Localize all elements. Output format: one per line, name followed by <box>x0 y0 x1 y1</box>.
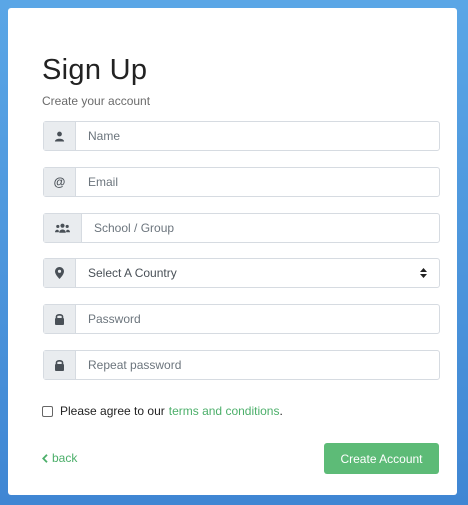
country-select-value: Select A Country <box>88 266 177 280</box>
repeat-password-input[interactable] <box>76 351 439 379</box>
lock-icon <box>44 305 76 333</box>
back-label: back <box>52 451 78 465</box>
lock-icon <box>44 351 76 379</box>
terms-link[interactable]: terms and conditions <box>169 404 280 418</box>
users-icon <box>44 214 82 242</box>
map-marker-icon <box>44 259 76 287</box>
repeat-password-field <box>43 350 440 380</box>
chevron-left-icon <box>42 453 48 463</box>
group-field <box>43 213 440 243</box>
email-field: @ <box>43 167 440 197</box>
name-field <box>43 121 440 151</box>
back-link[interactable]: back <box>42 451 77 465</box>
page-title: Sign Up <box>42 54 148 86</box>
terms-agreement: Please agree to our terms and conditions… <box>42 404 283 418</box>
terms-suffix: . <box>279 404 283 418</box>
signup-card: Sign Up Create your account @ Select A C… <box>8 8 457 495</box>
terms-checkbox[interactable] <box>42 405 53 417</box>
password-field <box>43 304 440 334</box>
country-select[interactable]: Select A Country <box>43 258 440 288</box>
page-subtitle: Create your account <box>42 94 151 108</box>
password-input[interactable] <box>76 305 439 333</box>
select-caret-icon <box>420 268 427 278</box>
email-input[interactable] <box>76 168 439 196</box>
at-icon: @ <box>44 168 76 196</box>
terms-text: Please agree to our <box>60 404 165 418</box>
user-icon <box>44 122 76 150</box>
name-input[interactable] <box>76 122 439 150</box>
group-input[interactable] <box>82 214 439 242</box>
create-account-button[interactable]: Create Account <box>324 443 439 474</box>
